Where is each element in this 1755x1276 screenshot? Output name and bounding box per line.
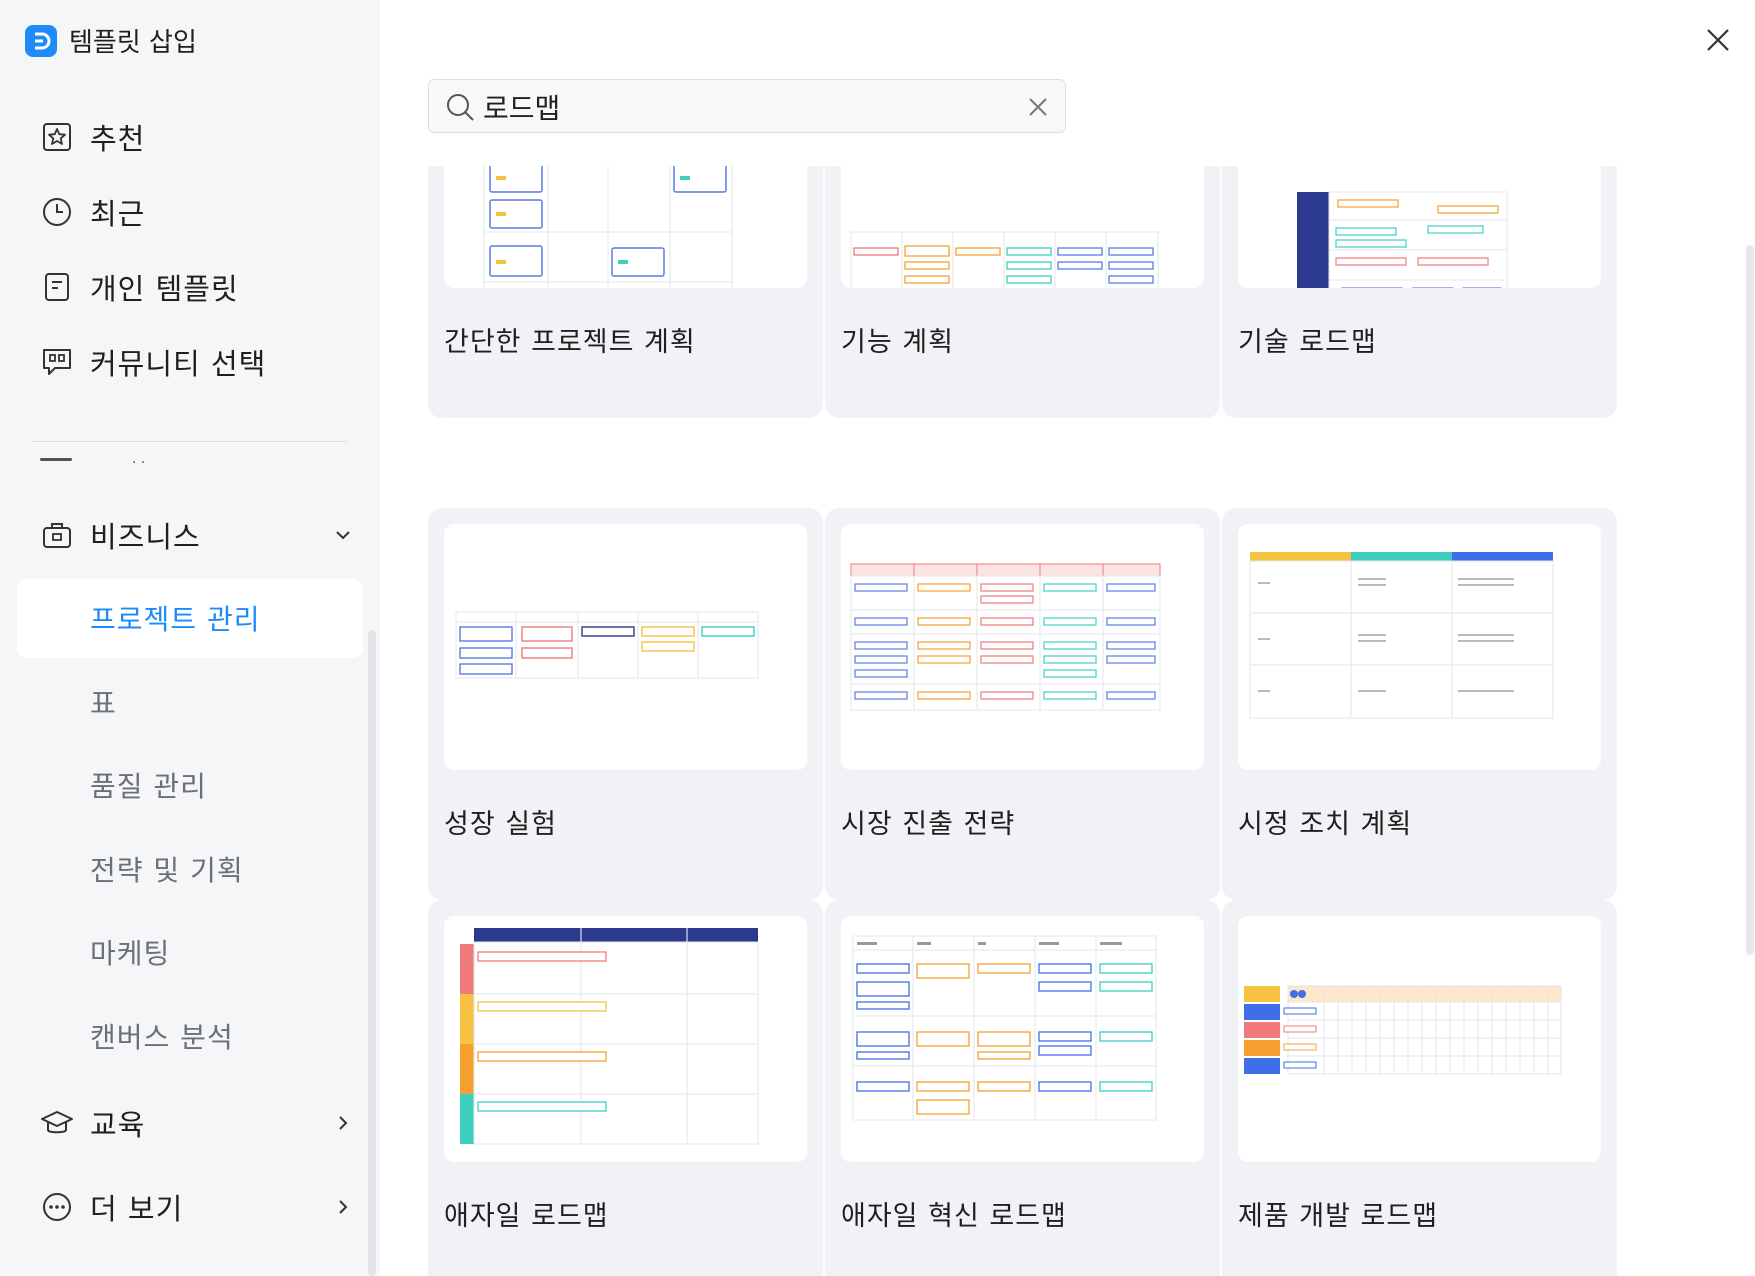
template-title: 시장 진출 전략 — [841, 809, 1016, 840]
template-card[interactable]: 기술 로드맵 — [1222, 166, 1617, 418]
close-button[interactable] — [1700, 22, 1736, 58]
template-title: 성장 실험 — [444, 809, 557, 840]
graduation-cap-icon — [40, 1106, 74, 1140]
sub-item-quality[interactable]: 품질 관리 — [90, 765, 207, 805]
search-icon — [445, 92, 475, 122]
nav-label: 교육 — [90, 1108, 146, 1142]
template-title: 기술 로드맵 — [1238, 327, 1377, 358]
main-scrollbar[interactable] — [1746, 245, 1754, 955]
search-input[interactable] — [481, 86, 985, 128]
sidebar-scrollbar[interactable] — [368, 630, 376, 1276]
template-title: 시정 조치 계획 — [1238, 809, 1413, 840]
app-title: 템플릿 삽입 — [69, 28, 197, 58]
template-thumbnail — [841, 524, 1204, 770]
template-grid: 간단한 프로젝트 계획 기능 계획 기술 로드맵 성장 실험 시장 진출 전략 … — [380, 166, 1740, 1276]
chat-icon — [40, 345, 74, 379]
template-thumbnail — [444, 524, 807, 770]
template-thumbnail — [841, 166, 1204, 288]
nav-item-recent[interactable]: 최근 — [40, 187, 145, 237]
template-title: 애자일 로드맵 — [444, 1201, 609, 1232]
template-title: 기능 계획 — [841, 327, 954, 358]
nav-item-business[interactable]: 비즈니스 — [40, 510, 350, 560]
app-header: 템플릿 삽입 — [25, 22, 197, 59]
sub-item-project-management[interactable]: 프로젝트 관리 — [90, 598, 260, 638]
clear-icon — [1029, 98, 1047, 116]
sub-item-table[interactable]: 표 — [90, 682, 117, 722]
nav-item-personal-templates[interactable]: 개인 템플릿 — [40, 262, 239, 312]
document-icon — [40, 270, 74, 304]
chevron-right-icon[interactable] — [330, 1194, 356, 1220]
sidebar-divider — [32, 441, 347, 442]
sidebar: 템플릿 삽입 추천 최근 개인 템플릿 커뮤니티 선택 · · 비즈니스 프로젝… — [0, 0, 380, 1276]
briefcase-icon — [40, 518, 74, 552]
close-icon — [1707, 29, 1729, 51]
template-thumbnail — [1238, 166, 1601, 288]
template-card[interactable]: 제품 개발 로드맵 — [1222, 900, 1617, 1276]
nav-label: 추천 — [90, 122, 146, 156]
nav-label: 개인 템플릿 — [90, 272, 239, 306]
clipped-nav-item: · · — [40, 455, 160, 465]
template-thumbnail — [444, 166, 807, 288]
template-card[interactable]: 시장 진출 전략 — [825, 508, 1220, 900]
chevron-down-icon[interactable] — [330, 522, 356, 548]
app-logo-icon — [25, 24, 57, 57]
template-thumbnail — [1238, 916, 1601, 1162]
template-title: 간단한 프로젝트 계획 — [444, 327, 696, 358]
star-icon — [40, 120, 74, 154]
sub-item-canvas[interactable]: 캔버스 분석 — [90, 1016, 234, 1056]
sub-item-marketing[interactable]: 마케팅 — [90, 932, 170, 972]
clock-icon — [40, 195, 74, 229]
template-thumbnail — [1238, 524, 1601, 770]
nav-item-education[interactable]: 교육 — [40, 1098, 348, 1148]
template-title: 애자일 혁신 로드맵 — [841, 1201, 1067, 1232]
template-thumbnail — [841, 916, 1204, 1162]
clear-search-button[interactable] — [1025, 94, 1051, 120]
nav-label: 최근 — [90, 197, 146, 231]
chevron-right-icon[interactable] — [330, 1110, 356, 1136]
template-card[interactable]: 애자일 혁신 로드맵 — [825, 900, 1220, 1276]
sub-item-strategy[interactable]: 전략 및 기획 — [90, 849, 244, 889]
template-card[interactable]: 성장 실험 — [428, 508, 823, 900]
template-card[interactable]: 기능 계획 — [825, 166, 1220, 418]
search-box — [428, 79, 1066, 133]
more-icon — [40, 1190, 74, 1224]
template-card[interactable]: 시정 조치 계획 — [1222, 508, 1617, 900]
nav-label: 더 보기 — [90, 1192, 184, 1226]
nav-item-community[interactable]: 커뮤니티 선택 — [40, 337, 266, 387]
template-card[interactable]: 간단한 프로젝트 계획 — [428, 166, 823, 418]
nav-label: 비즈니스 — [90, 520, 201, 554]
nav-label: 커뮤니티 선택 — [90, 347, 267, 381]
nav-item-recommended[interactable]: 추천 — [40, 112, 145, 162]
template-thumbnail — [444, 916, 807, 1162]
template-card[interactable]: 애자일 로드맵 — [428, 900, 823, 1276]
template-title: 제품 개발 로드맵 — [1238, 1201, 1439, 1232]
nav-item-more[interactable]: 더 보기 — [40, 1182, 348, 1232]
